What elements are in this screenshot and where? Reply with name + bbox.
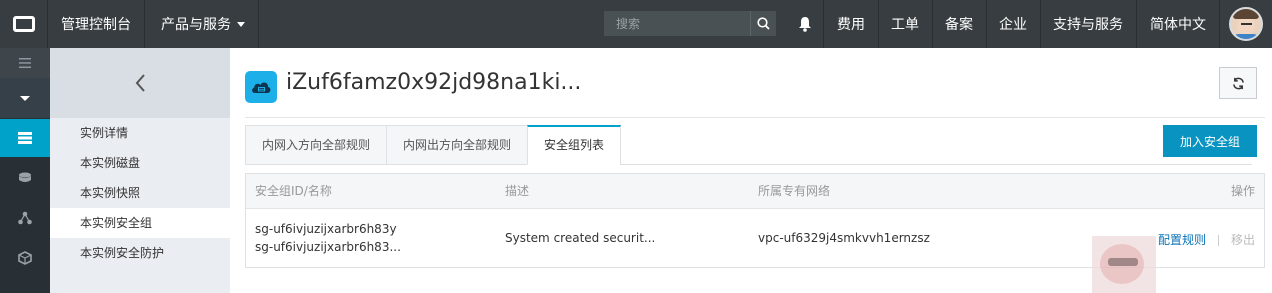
console-home-link[interactable]: 管理控制台 — [48, 0, 145, 48]
tickets-label: 工单 — [891, 17, 919, 33]
tab-inbound-rules[interactable]: 内网入方向全部规则 — [245, 125, 387, 165]
cube-icon[interactable] — [0, 247, 50, 269]
icp-filing-link[interactable]: 备案 — [932, 0, 987, 48]
database-icon[interactable] — [0, 167, 50, 189]
tickets-link[interactable]: 工单 — [878, 0, 933, 48]
console-label: 管理控制台 — [61, 17, 131, 33]
column-header-vpc: 所属专有网络 — [758, 184, 831, 198]
cloud-server-icon — [245, 71, 277, 103]
products-menu[interactable]: 产品与服务 — [148, 0, 259, 48]
ecs-server-icon[interactable] — [0, 119, 50, 157]
security-group-id: sg-uf6ivjuzijxarbr6h83y — [255, 222, 397, 236]
row-actions: 配置规则 移出 — [1158, 231, 1255, 248]
search-input[interactable] — [604, 11, 750, 36]
avatar — [1228, 7, 1263, 41]
chevron-down-icon — [237, 21, 245, 27]
page-title: iZuf6famz0x92jd98na1ki... — [286, 70, 582, 95]
column-header-description: 描述 — [505, 184, 530, 198]
help-mascot-icon[interactable] — [1092, 236, 1156, 293]
search-box — [604, 11, 776, 36]
chevron-left-icon — [135, 74, 145, 92]
table-header: 安全组ID/名称 描述 所属专有网络 操作 — [246, 174, 1264, 209]
action-separator — [1217, 235, 1219, 246]
icon-rail — [0, 48, 50, 293]
configure-rules-link[interactable]: 配置规则 — [1158, 233, 1206, 247]
back-button[interactable] — [50, 48, 230, 118]
top-navbar: 管理控制台 产品与服务 费用 工单 备案 企业 支持与服务 简体中文 — [0, 0, 1272, 48]
column-header-id: 安全组ID/名称 — [255, 184, 332, 198]
subnav-item-security-groups[interactable]: 本实例安全组 — [50, 208, 230, 238]
column-header-actions: 操作 — [1230, 184, 1255, 198]
instance-subnav: 实例详情 本实例磁盘 本实例快照 本实例安全组 本实例安全防护 — [50, 48, 230, 293]
network-icon[interactable] — [0, 207, 50, 229]
billing-link[interactable]: 费用 — [824, 0, 879, 48]
subnav-item-details[interactable]: 实例详情 — [50, 118, 230, 148]
support-label: 支持与服务 — [1053, 17, 1123, 33]
products-label: 产品与服务 — [161, 17, 231, 33]
enterprise-label: 企业 — [999, 17, 1027, 33]
title-divider — [245, 117, 1265, 118]
subnav-item-disks[interactable]: 本实例磁盘 — [50, 148, 230, 178]
subnav-item-snapshots[interactable]: 本实例快照 — [50, 178, 230, 208]
enterprise-link[interactable]: 企业 — [986, 0, 1041, 48]
aliyun-logo-icon[interactable] — [0, 0, 48, 48]
language-switcher[interactable]: 简体中文 — [1137, 0, 1220, 48]
user-menu[interactable] — [1219, 0, 1272, 48]
add-security-group-button[interactable]: 加入安全组 — [1163, 125, 1257, 157]
tab-underline — [620, 164, 1252, 165]
bell-icon[interactable] — [786, 0, 824, 48]
menu-icon[interactable] — [0, 48, 50, 78]
security-group-vpc: vpc-uf6329j4smkvvh1ernzsz — [758, 231, 930, 245]
refresh-button[interactable] — [1219, 67, 1257, 99]
billing-label: 费用 — [837, 17, 865, 33]
tab-bar: 内网入方向全部规则 内网出方向全部规则 安全组列表 — [245, 125, 622, 165]
tab-outbound-rules[interactable]: 内网出方向全部规则 — [386, 125, 528, 165]
security-group-name: sg-uf6ivjuzijxarbr6h83... — [255, 240, 401, 254]
tab-security-group-list[interactable]: 安全组列表 — [527, 125, 622, 165]
caret-down-icon — [20, 95, 30, 101]
language-label: 简体中文 — [1150, 17, 1206, 33]
security-group-description: System created securit... — [505, 231, 656, 245]
support-link[interactable]: 支持与服务 — [1040, 0, 1137, 48]
subnav-item-security-protection[interactable]: 本实例安全防护 — [50, 238, 230, 268]
search-icon[interactable] — [750, 11, 776, 36]
refresh-icon — [1232, 77, 1244, 89]
icp-filing-label: 备案 — [945, 17, 973, 33]
remove-link[interactable]: 移出 — [1231, 233, 1255, 247]
collapse-toggle[interactable] — [0, 78, 50, 118]
